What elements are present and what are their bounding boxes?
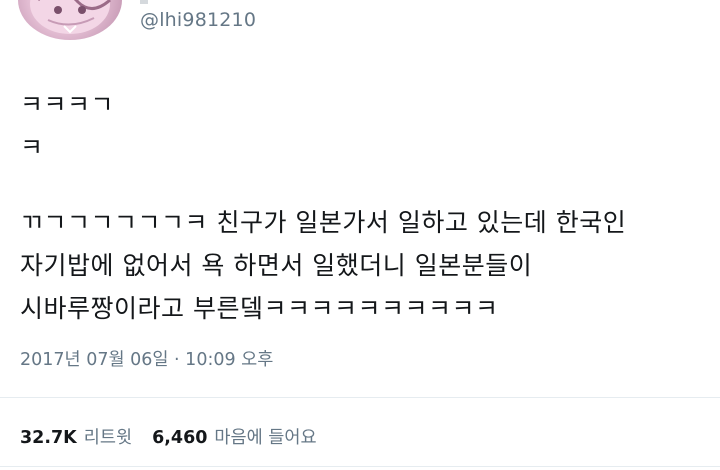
- tweet-line: ㄲㄱㄱㄱㄱㄱㄱㅋ 친구가 일본가서 일하고 있는데 한국인: [20, 208, 627, 237]
- tweet-text: ㅋㅋㅋㄱ ㅋ ㄲㄱㄱㄱㄱㄱㄱㅋ 친구가 일본가서 일하고 있는데 한국인 자기밥…: [20, 83, 626, 330]
- tweet-line: 자기밥에 없어서 욕 하면서 일했더니 일본분들이: [20, 251, 533, 280]
- like-count: 6,460: [152, 428, 208, 448]
- tweet-line: 시바루짱이라고 부른뎈ㅋㅋㅋㅋㅋㅋㅋㅋㅋㅋ: [20, 294, 499, 323]
- display-name-fragment: [140, 0, 148, 4]
- like-stat[interactable]: 6,460 마음에 들어요: [152, 424, 317, 449]
- stats-divider: [0, 397, 720, 398]
- tweet-card: @lhi981210 ㅋㅋㅋㄱ ㅋ ㄲㄱㄱㄱㄱㄱㄱㅋ 친구가 일본가서 일하고 …: [0, 0, 720, 470]
- tweet-line: ㅋ: [20, 133, 44, 162]
- retweet-stat[interactable]: 32.7K 리트윗: [20, 424, 132, 449]
- retweet-label: 리트윗: [83, 428, 133, 448]
- bottom-divider: [0, 466, 720, 467]
- tweet-stats: 32.7K 리트윗 6,460 마음에 들어요: [20, 424, 317, 449]
- retweet-count: 32.7K: [20, 428, 77, 448]
- avatar[interactable]: [18, 0, 122, 40]
- user-handle[interactable]: @lhi981210: [140, 9, 256, 31]
- like-label: 마음에 들어요: [214, 428, 317, 448]
- tweet-timestamp[interactable]: 2017년 07월 06일 · 10:09 오후: [20, 346, 273, 371]
- avatar-illustration: [30, 0, 111, 34]
- tweet-line: ㅋㅋㅋㄱ: [20, 90, 115, 119]
